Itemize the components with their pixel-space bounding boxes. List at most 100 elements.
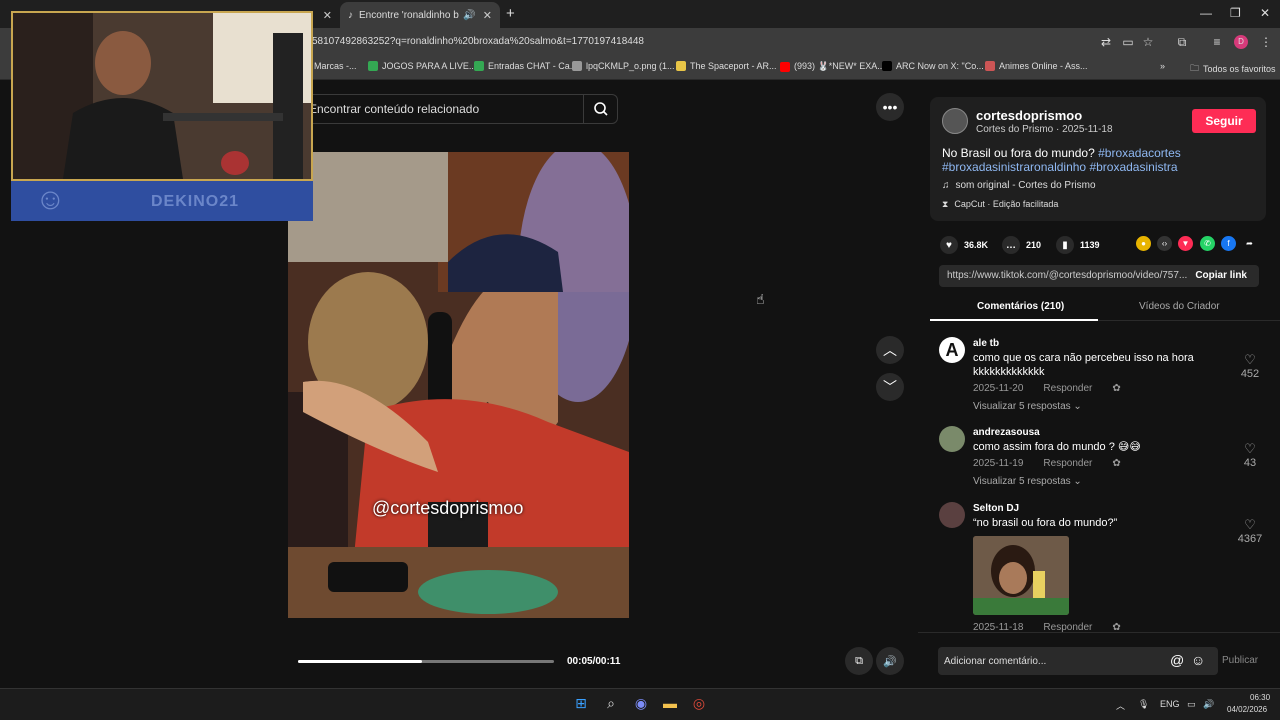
next-video-button[interactable]: ﹀ xyxy=(876,373,904,401)
search-button[interactable] xyxy=(583,95,617,123)
pip-button[interactable]: ⧉ xyxy=(845,647,873,675)
previous-video-button[interactable]: ︿ xyxy=(876,336,904,364)
video-player[interactable] xyxy=(288,152,629,618)
hashtag[interactable]: #broxadasinistra xyxy=(1089,160,1177,174)
reply-button[interactable]: Responder xyxy=(1043,383,1092,394)
hashtag[interactable]: #broxadasinistraronaldinho xyxy=(942,160,1086,174)
profile-avatar[interactable]: D xyxy=(1234,35,1248,49)
chevron-down-icon: ﹀ xyxy=(883,379,897,395)
bookmark-favicon-icon xyxy=(572,61,582,71)
emoji-icon[interactable]: ☺ xyxy=(1191,652,1205,668)
minimize-icon[interactable]: — xyxy=(1200,6,1212,20)
sound-link[interactable]: ♫ som original - Cortes do Prismo xyxy=(942,180,1096,191)
publish-button[interactable]: Publicar xyxy=(1222,655,1258,666)
comment-like-button[interactable]: ♡ 452 xyxy=(1235,352,1265,380)
comment-avatar[interactable] xyxy=(939,426,965,452)
search-input[interactable] xyxy=(309,102,569,116)
tab-active[interactable]: ♪ Encontre 'ronaldinho broxada 🔊 ✕ xyxy=(340,2,500,28)
url-text[interactable]: 58107492863252?q=ronaldinho%20broxada%20… xyxy=(312,36,644,47)
comment-username[interactable]: Selton DJ xyxy=(973,503,1019,514)
menu-icon[interactable]: ⋮ xyxy=(1258,34,1274,50)
bookmark-item[interactable]: JOGOS PARA A LIVE... xyxy=(368,61,476,71)
video-link[interactable]: https://www.tiktok.com/@cortesdoprismoo/… xyxy=(947,270,1187,281)
tiktok-icon: ♪ xyxy=(348,9,353,21)
chrome-icon[interactable]: ◎ xyxy=(689,695,709,712)
bookmarks-overflow-icon[interactable]: » xyxy=(1160,61,1165,71)
network-icon[interactable]: ▭ xyxy=(1187,699,1196,710)
bookmark-item[interactable]: Entradas CHAT - Ca... xyxy=(474,61,577,71)
bookmark-item[interactable]: lpqCKMLP_o.png (1... xyxy=(572,61,675,71)
bookmark-item[interactable]: (993) 🐰*NEW* EXA... xyxy=(780,61,885,72)
post-description: No Brasil ou fora do mundo? #broxadacort… xyxy=(942,146,1252,174)
follow-button[interactable]: Seguir xyxy=(1192,109,1256,133)
translate-icon[interactable]: ⇄ xyxy=(1098,34,1114,50)
speaker-icon: 🔊 xyxy=(883,655,897,668)
media-icon[interactable]: ≡ xyxy=(1209,34,1225,50)
share-icon[interactable]: ➦ xyxy=(1242,236,1257,251)
heart-outline-icon: ♡ xyxy=(1244,517,1256,532)
mention-icon[interactable]: @ xyxy=(1170,652,1184,668)
author-avatar[interactable] xyxy=(942,108,968,134)
send-icon[interactable]: ▼ xyxy=(1178,236,1193,251)
hand-cursor-icon: ☝ xyxy=(756,291,765,307)
clock-time[interactable]: 06:30 xyxy=(1250,693,1270,702)
discord-icon[interactable]: ◉ xyxy=(631,695,651,712)
comment-button[interactable]: … 210 xyxy=(1002,236,1041,254)
cast-icon[interactable]: ▭ xyxy=(1120,34,1136,50)
save-button[interactable]: ▮ 1139 xyxy=(1056,236,1100,254)
reply-button[interactable]: Responder xyxy=(1043,458,1092,469)
bookmark-favicon-icon xyxy=(676,61,686,71)
volume-icon[interactable]: 🔊 xyxy=(1203,699,1214,710)
microphone-icon[interactable]: 🎙 xyxy=(1138,699,1149,710)
comment-like-button[interactable]: ♡ 43 xyxy=(1235,441,1265,469)
bookmark-favicon-icon xyxy=(985,61,995,71)
all-bookmarks[interactable]: 🗀 Todos os favoritos xyxy=(1190,61,1276,77)
comment-gif[interactable] xyxy=(973,536,1069,615)
tab-comments[interactable]: Comentários (210) xyxy=(977,301,1064,312)
close-icon[interactable]: ✕ xyxy=(323,9,332,22)
hashtag[interactable]: #broxadacortes xyxy=(1098,146,1181,160)
folder-icon: 🗀 xyxy=(1190,63,1200,73)
more-options-button[interactable]: ••• xyxy=(876,93,904,121)
comment-username[interactable]: ale tb xyxy=(973,338,999,349)
tab-creator-videos[interactable]: Vídeos do Criador xyxy=(1139,301,1220,312)
restore-icon[interactable]: ❐ xyxy=(1230,6,1241,20)
comment-username[interactable]: andrezasousa xyxy=(973,427,1040,438)
facebook-icon[interactable]: f xyxy=(1221,236,1236,251)
tab-previous[interactable]: ✕ xyxy=(312,2,340,28)
star-icon[interactable]: ☆ xyxy=(1140,34,1156,50)
language-indicator[interactable]: ENG xyxy=(1160,699,1180,709)
whatsapp-icon[interactable]: ✆ xyxy=(1200,236,1215,251)
tray-overflow-icon[interactable]: ︿ xyxy=(1116,699,1125,712)
bookmark-favicon-icon xyxy=(882,61,892,71)
volume-button[interactable]: 🔊 xyxy=(876,647,904,675)
capcut-link[interactable]: ⧗ CapCut · Edição facilitada xyxy=(942,199,1058,210)
view-replies-button[interactable]: Visualizar 5 respostas ⌄ xyxy=(973,401,1082,412)
windows-start-icon[interactable]: ⊞ xyxy=(571,695,591,712)
comment-avatar[interactable]: A xyxy=(939,337,965,363)
file-explorer-icon[interactable]: ▬ xyxy=(660,695,680,711)
comment-avatar[interactable] xyxy=(939,502,965,528)
bookmark-favicon-icon xyxy=(780,61,790,72)
coin-icon[interactable]: ● xyxy=(1136,236,1151,251)
comment-like-button[interactable]: ♡ 4367 xyxy=(1235,517,1265,545)
view-replies-button[interactable]: Visualizar 5 respostas ⌄ xyxy=(973,476,1082,487)
bookmark-item[interactable]: Animes Online - Ass... xyxy=(985,61,1088,71)
bookmark-item[interactable]: The Spaceport - AR... xyxy=(676,61,777,71)
close-icon[interactable]: ✕ xyxy=(483,9,492,22)
related-search-box[interactable] xyxy=(300,94,618,124)
clock-date[interactable]: 04/02/2026 xyxy=(1227,705,1267,714)
close-window-icon[interactable]: ✕ xyxy=(1260,6,1270,20)
copy-link-button[interactable]: Copiar link xyxy=(1195,270,1247,281)
comment-meta: 2025-11-19 Responder ✿ xyxy=(973,458,1121,469)
more-icon: ••• xyxy=(882,99,898,115)
embed-icon[interactable]: ‹› xyxy=(1157,236,1172,251)
extensions-icon[interactable]: ⧉ xyxy=(1174,34,1190,50)
search-icon[interactable]: ⌕ xyxy=(601,695,621,712)
bookmark-item[interactable]: ARC Now on X: "Co... xyxy=(882,61,984,71)
bookmark-favicon-icon xyxy=(368,61,378,71)
new-tab-button[interactable]: + xyxy=(506,5,515,22)
like-button[interactable]: ♥ 36.8K xyxy=(940,236,988,254)
bookmark-icon: ▮ xyxy=(1056,236,1074,254)
author-username[interactable]: cortesdoprismoo xyxy=(976,108,1082,123)
